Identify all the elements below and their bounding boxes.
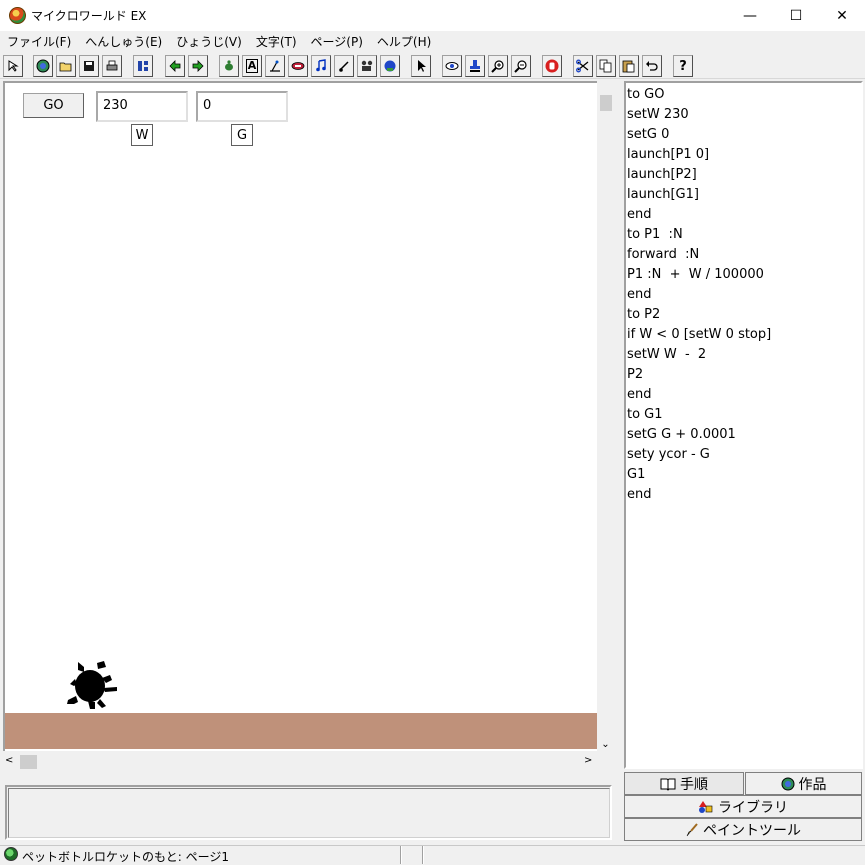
code-line: setG 0 (627, 127, 670, 142)
go-button[interactable]: GO (23, 93, 84, 118)
video-icon[interactable] (357, 55, 377, 77)
code-line: to GO (627, 87, 665, 102)
tab-library[interactable]: ライブラリ (624, 795, 862, 818)
g-label: G (231, 124, 253, 146)
ground (5, 713, 597, 749)
code-line: P2 (627, 367, 644, 382)
scroll-left-icon[interactable]: < (5, 755, 13, 766)
text-box-icon[interactable]: A (242, 55, 262, 77)
status-text: ペットボトルロケットのもと: ページ1 (22, 850, 230, 864)
paste-icon[interactable] (619, 55, 639, 77)
melody-icon[interactable] (334, 55, 354, 77)
select-arrow-icon[interactable] (411, 55, 431, 77)
code-line: G1 (627, 467, 646, 482)
undo-icon[interactable] (642, 55, 662, 77)
tab-works[interactable]: 作品 (745, 772, 862, 795)
eye-icon[interactable] (442, 55, 462, 77)
code-line: end (627, 387, 652, 402)
open-folder-icon[interactable] (56, 55, 76, 77)
code-line: to P1 :N (627, 227, 683, 242)
tab-library-label: ライブラリ (718, 799, 788, 816)
code-line: setG G + 0.0001 (627, 427, 736, 442)
right-arrow-icon[interactable] (188, 55, 208, 77)
code-line: setW 230 (627, 107, 689, 122)
new-turtle-icon[interactable] (219, 55, 239, 77)
scroll-right-icon[interactable]: > (584, 755, 592, 766)
print-icon[interactable] (102, 55, 122, 77)
globe-icon (781, 777, 794, 790)
cut-icon[interactable] (573, 55, 593, 77)
menu-text[interactable]: 文字(T) (249, 31, 304, 51)
horizontal-scrollbar[interactable] (3, 752, 597, 772)
save-icon[interactable] (79, 55, 99, 77)
left-arrow-icon[interactable] (165, 55, 185, 77)
zoom-in-icon[interactable] (488, 55, 508, 77)
code-line: forward :N (627, 247, 700, 262)
w-value-box: 230 (96, 91, 188, 122)
code-line: end (627, 287, 652, 302)
scroll-down-icon[interactable]: ⌄ (597, 736, 614, 753)
zoom-out-icon[interactable] (511, 55, 531, 77)
globe-icon[interactable] (33, 55, 53, 77)
help-icon[interactable]: ? (673, 55, 693, 77)
code-line: launch[P2] (627, 167, 697, 182)
record-icon[interactable] (380, 55, 400, 77)
stamp-icon[interactable] (465, 55, 485, 77)
maximize-button[interactable]: ☐ (773, 0, 819, 31)
code-line: P1 :N + W / 100000 (627, 267, 764, 282)
code-line: if W < 0 [setW 0 stop] (627, 327, 772, 342)
code-line: launch[G1] (627, 187, 699, 202)
menu-help[interactable]: ヘルプ(H) (370, 31, 438, 51)
music-icon[interactable] (311, 55, 331, 77)
pointer-small-icon[interactable] (3, 55, 23, 77)
button-icon[interactable] (288, 55, 308, 77)
book-icon (660, 778, 676, 791)
copy-icon[interactable] (596, 55, 616, 77)
tab-paint-label: ペイントツール (703, 822, 801, 839)
stop-hand-icon[interactable] (542, 55, 562, 77)
tab-procedures[interactable]: 手順 (624, 772, 744, 795)
menu-edit[interactable]: へんしゅう(E) (78, 31, 169, 51)
code-line: to G1 (627, 407, 663, 422)
horizontal-scroll-thumb[interactable] (20, 755, 37, 769)
brush-icon (686, 822, 698, 836)
tab-procedures-label: 手順 (680, 776, 708, 793)
status-globe-icon (4, 847, 18, 861)
code-line: to P2 (627, 307, 661, 322)
menu-file[interactable]: ファイル(F) (0, 31, 78, 51)
code-line: sety ycor - G (627, 447, 710, 462)
procedures-text[interactable]: to GO setW 230 setG 0 launch[P1 0] launc… (627, 85, 771, 505)
menu-page[interactable]: ページ(P) (304, 31, 370, 51)
app-icon (9, 7, 26, 24)
text-box-letter: A (245, 59, 259, 73)
close-button[interactable]: ✕ (819, 0, 865, 31)
code-line: end (627, 487, 652, 502)
code-line: setW W - 2 (627, 347, 707, 362)
minimize-button[interactable]: — (727, 0, 773, 31)
menu-bar: ファイル(F) へんしゅう(E) ひょうじ(V) 文字(T) ページ(P) ヘル… (0, 31, 865, 51)
g-value-box: 0 (196, 91, 288, 122)
status-divider (400, 846, 402, 864)
tab-works-label: 作品 (798, 776, 827, 793)
menu-view[interactable]: ひょうじ(V) (169, 31, 249, 51)
command-input[interactable] (8, 788, 610, 838)
page-sorter-icon[interactable] (133, 55, 153, 77)
window-title: マイクロワールド EX (31, 9, 147, 23)
slider-icon[interactable] (265, 55, 285, 77)
vertical-scrollbar[interactable] (597, 81, 614, 751)
code-line: end (627, 207, 652, 222)
turtle-icon[interactable] (64, 658, 118, 712)
code-line: launch[P1 0] (627, 147, 710, 162)
w-label: W (131, 124, 153, 146)
status-divider (422, 846, 424, 864)
tab-paint[interactable]: ペイントツール (624, 818, 862, 841)
shapes-icon (699, 800, 713, 813)
toolbar: A ? (0, 53, 865, 79)
drawing-page[interactable] (3, 81, 597, 751)
vertical-scroll-thumb[interactable] (600, 95, 612, 111)
